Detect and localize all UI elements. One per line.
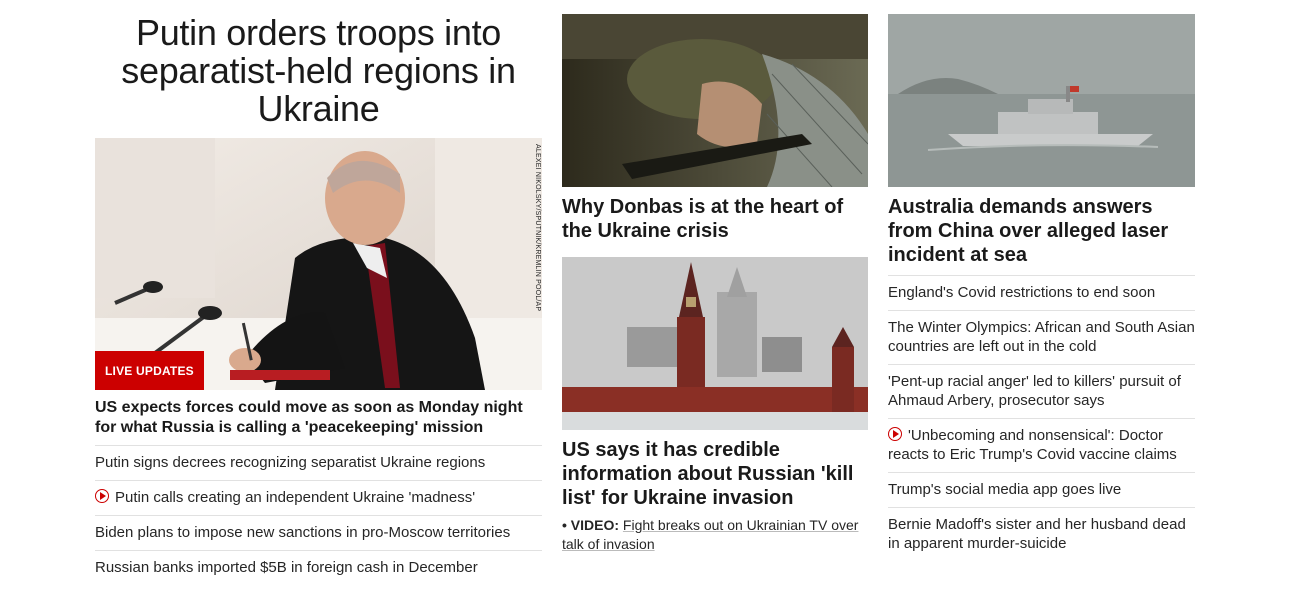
link-text[interactable]: 'Unbecoming and nonsensical': Doctor rea… bbox=[888, 427, 1177, 463]
list-item[interactable]: Bernie Madoff's sister and her husband d… bbox=[888, 507, 1195, 561]
link-text[interactable]: Putin signs decrees recognizing separati… bbox=[95, 454, 485, 471]
photo-credit: ALEXEI NIKOLSKY/SPUTNIK/KREMLIN POOL/AP bbox=[534, 144, 541, 312]
related-links-list: Putin signs decrees recognizing separati… bbox=[95, 445, 542, 585]
video-prefix: • VIDEO: bbox=[562, 517, 620, 533]
play-circle-icon bbox=[888, 427, 902, 441]
main-headline[interactable]: Putin orders troops into separatist-held… bbox=[95, 14, 542, 128]
link-text[interactable]: Putin calls creating an independent Ukra… bbox=[115, 489, 475, 506]
list-item[interactable]: 'Unbecoming and nonsensical': Doctor rea… bbox=[888, 418, 1195, 472]
warship-photo[interactable] bbox=[888, 14, 1195, 187]
main-story-column: Putin orders troops into separatist-held… bbox=[95, 14, 542, 585]
list-item[interactable]: England's Covid restrictions to end soon bbox=[888, 275, 1195, 310]
list-item[interactable]: Russian banks imported $5B in foreign ca… bbox=[95, 550, 542, 585]
lead-story-link[interactable]: US expects forces could move as soon as … bbox=[95, 398, 542, 438]
link-text[interactable]: The Winter Olympics: African and South A… bbox=[888, 319, 1195, 355]
link-text[interactable]: 'Pent-up racial anger' led to killers' p… bbox=[888, 373, 1181, 409]
list-item[interactable]: 'Pent-up racial anger' led to killers' p… bbox=[888, 364, 1195, 418]
list-item[interactable]: Biden plans to impose new sanctions in p… bbox=[95, 515, 542, 550]
kremlin-photo[interactable] bbox=[562, 257, 868, 430]
list-item[interactable]: Putin calls creating an independent Ukra… bbox=[95, 480, 542, 515]
list-item[interactable]: The Winter Olympics: African and South A… bbox=[888, 310, 1195, 364]
secondary-story-column: Why Donbas is at the heart of the Ukrain… bbox=[562, 14, 868, 554]
soldier-photo[interactable] bbox=[562, 14, 868, 187]
link-text[interactable]: Trump's social media app goes live bbox=[888, 481, 1121, 498]
link-text[interactable]: Biden plans to impose new sanctions in p… bbox=[95, 524, 510, 541]
putin-signing-photo[interactable]: ALEXEI NIKOLSKY/SPUTNIK/KREMLIN POOL/AP … bbox=[95, 138, 542, 390]
link-text[interactable]: Russian banks imported $5B in foreign ca… bbox=[95, 559, 478, 576]
link-text[interactable]: England's Covid restrictions to end soon bbox=[888, 284, 1155, 301]
related-links-list: England's Covid restrictions to end soon… bbox=[888, 275, 1195, 561]
play-circle-icon bbox=[95, 489, 109, 503]
third-story-column: Australia demands answers from China ove… bbox=[888, 14, 1195, 561]
donbas-headline[interactable]: Why Donbas is at the heart of the Ukrain… bbox=[562, 195, 868, 243]
link-text[interactable]: Bernie Madoff's sister and her husband d… bbox=[888, 516, 1186, 552]
list-item[interactable]: Putin signs decrees recognizing separati… bbox=[95, 445, 542, 480]
live-updates-badge[interactable]: LIVE UPDATES bbox=[95, 351, 204, 390]
australia-headline[interactable]: Australia demands answers from China ove… bbox=[888, 195, 1195, 267]
list-item[interactable]: Trump's social media app goes live bbox=[888, 472, 1195, 507]
video-link[interactable]: • VIDEO: Fight breaks out on Ukrainian T… bbox=[562, 516, 868, 554]
kill-list-headline[interactable]: US says it has credible information abou… bbox=[562, 438, 868, 510]
